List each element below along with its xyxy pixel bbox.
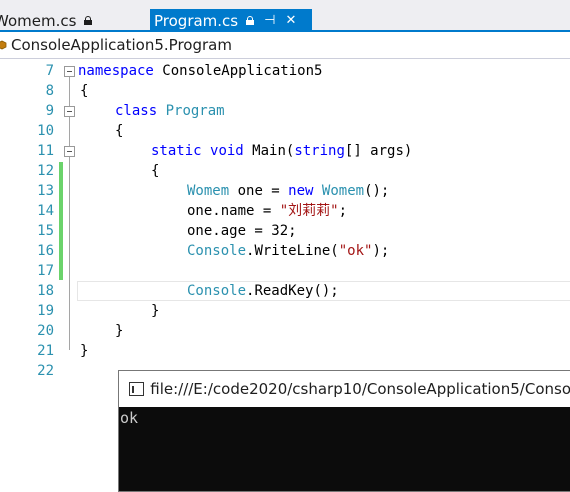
line-number: 20 bbox=[37, 323, 54, 339]
close-icon[interactable]: ✕ bbox=[285, 14, 296, 27]
line-number: 16 bbox=[37, 243, 54, 259]
code-text: Console.ReadKey(); bbox=[187, 283, 339, 299]
code-line: 11 static void Main(string[] args) bbox=[0, 141, 570, 161]
code-text: class Program bbox=[115, 103, 225, 119]
code-text: { bbox=[115, 123, 124, 139]
code-line: 19 } bbox=[0, 301, 570, 321]
tab-label: Womem.cs bbox=[0, 11, 77, 30]
code-line: 10 { bbox=[0, 121, 570, 141]
line-number: 12 bbox=[37, 163, 54, 179]
console-output: ok bbox=[120, 409, 139, 427]
code-line: 12 { bbox=[0, 161, 570, 181]
code-line: 15 one.age = 32; bbox=[0, 221, 570, 241]
collapse-toggle[interactable] bbox=[64, 106, 75, 117]
line-number: 9 bbox=[45, 103, 54, 119]
code-line: 21 } bbox=[0, 341, 570, 361]
line-number: 11 bbox=[37, 143, 54, 159]
lock-icon bbox=[246, 16, 255, 25]
console-window[interactable]: file:///E:/code2020/csharp10/ConsoleAppl… bbox=[118, 370, 570, 492]
tab-womem-cs[interactable]: Womem.cs bbox=[0, 9, 100, 32]
tab-label: Program.cs bbox=[154, 11, 239, 30]
code-text: { bbox=[151, 163, 160, 179]
line-number: 17 bbox=[37, 263, 54, 279]
collapse-toggle[interactable] bbox=[64, 66, 75, 77]
line-number: 13 bbox=[37, 183, 54, 199]
console-title-bar[interactable]: file:///E:/code2020/csharp10/ConsoleAppl… bbox=[119, 371, 570, 407]
line-number: 15 bbox=[37, 223, 54, 239]
code-text: } bbox=[151, 303, 160, 319]
document-tab-strip: Womem.cs Program.cs ⊣ ✕ bbox=[0, 0, 570, 32]
line-number: 18 bbox=[37, 283, 54, 299]
line-number: 22 bbox=[37, 363, 54, 379]
code-line: 9 class Program bbox=[0, 101, 570, 121]
line-number: 21 bbox=[37, 343, 54, 359]
tab-program-cs[interactable]: Program.cs ⊣ ✕ bbox=[150, 9, 312, 32]
pin-icon[interactable]: ⊣ bbox=[264, 14, 275, 27]
line-number: 8 bbox=[45, 83, 54, 99]
class-navigation-bar[interactable]: ConsoleApplication5.Program bbox=[0, 32, 570, 59]
code-line: 18 Console.ReadKey(); bbox=[0, 281, 570, 301]
code-text: static void Main(string[] args) bbox=[151, 143, 413, 159]
code-text: { bbox=[80, 83, 89, 99]
code-text: } bbox=[115, 323, 124, 339]
line-number: 7 bbox=[45, 63, 54, 79]
code-text: one.age = 32; bbox=[187, 223, 297, 239]
code-text: } bbox=[80, 343, 89, 359]
code-line: 14 one.name = "刘莉莉"; bbox=[0, 201, 570, 221]
console-title: file:///E:/code2020/csharp10/ConsoleAppl… bbox=[150, 380, 570, 398]
line-number: 19 bbox=[37, 303, 54, 319]
code-text: namespace ConsoleApplication5 bbox=[78, 63, 323, 79]
code-line: 20 } bbox=[0, 321, 570, 341]
code-line: 13 Womem one = new Womem(); bbox=[0, 181, 570, 201]
code-text: Womem one = new Womem(); bbox=[187, 183, 390, 199]
line-number: 10 bbox=[37, 123, 54, 139]
code-line: 17 bbox=[0, 261, 570, 281]
console-body[interactable]: ok bbox=[119, 407, 570, 491]
class-icon bbox=[0, 40, 7, 50]
code-line: 16 Console.WriteLine("ok"); bbox=[0, 241, 570, 261]
lock-icon bbox=[84, 16, 93, 25]
line-number: 14 bbox=[37, 203, 54, 219]
collapse-toggle[interactable] bbox=[64, 146, 75, 157]
code-text: Console.WriteLine("ok"); bbox=[187, 243, 390, 259]
code-text: one.name = "刘莉莉"; bbox=[187, 203, 348, 219]
class-path: ConsoleApplication5.Program bbox=[11, 36, 232, 54]
console-app-icon bbox=[129, 382, 145, 396]
code-line: 8 { bbox=[0, 81, 570, 101]
code-line: 7 namespace ConsoleApplication5 bbox=[0, 61, 570, 81]
